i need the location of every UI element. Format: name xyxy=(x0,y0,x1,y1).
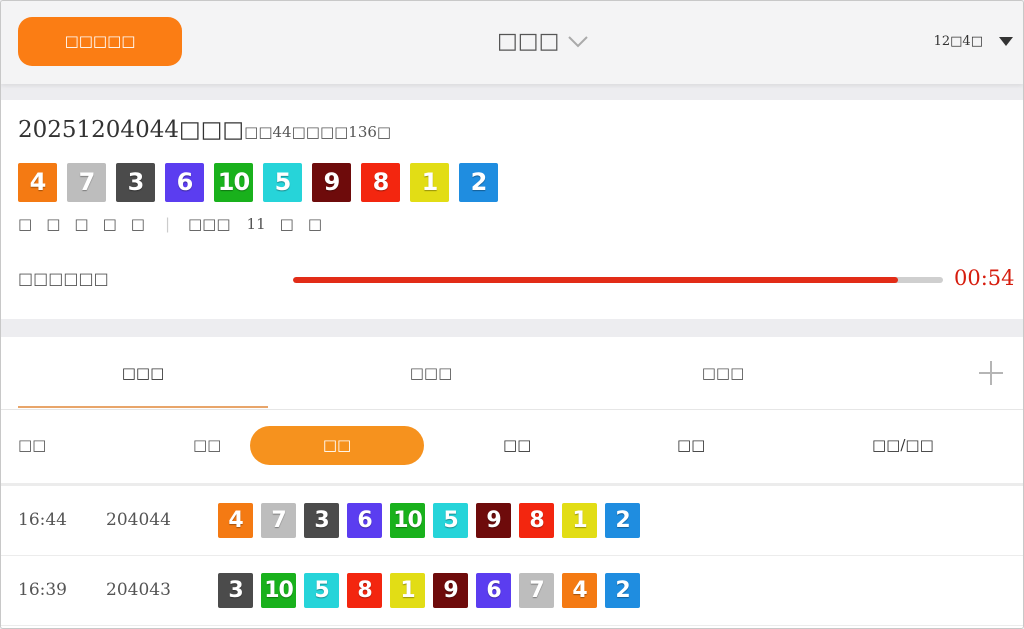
active-tab-indicator xyxy=(18,406,268,408)
number-ball: 10 xyxy=(261,573,296,608)
draw-result-balls: 4 7 3 6 10 5 9 8 1 2 xyxy=(18,163,498,202)
stat-2: □ xyxy=(46,215,61,233)
number-ball: 8 xyxy=(519,503,554,538)
number-ball: 3 xyxy=(304,503,339,538)
countdown-progress-fill xyxy=(293,277,898,283)
number-ball: 5 xyxy=(263,163,302,202)
countdown-timer: 00:54 xyxy=(954,266,1015,290)
number-ball: 4 xyxy=(18,163,57,202)
row-issue: 204044 xyxy=(106,510,171,530)
view-option-2[interactable]: □□ xyxy=(503,436,531,454)
number-ball: 7 xyxy=(261,503,296,538)
app-frame: □□□□□ □□□ 12□4□ 20251204044□□□□□44□□□□13… xyxy=(0,0,1024,629)
user-menu[interactable]: 12□4□ xyxy=(934,34,983,49)
plus-icon[interactable] xyxy=(977,359,1005,387)
stat-1: □ xyxy=(18,215,33,233)
number-ball: 8 xyxy=(347,573,382,608)
column-header: □□ □□ □□ □□ □□ □□/□□ xyxy=(1,410,1023,483)
number-ball: 7 xyxy=(67,163,106,202)
number-ball: 9 xyxy=(433,573,468,608)
history-row: 16:44 204044 4 7 3 6 10 5 9 8 1 2 xyxy=(1,486,1023,556)
countdown-label: □□□□□□ xyxy=(18,269,109,288)
row-balls: 4 7 3 6 10 5 9 8 1 2 xyxy=(218,503,640,538)
number-ball: 2 xyxy=(605,503,640,538)
countdown-progress-bar xyxy=(293,277,943,283)
draw-issue: 20251204044□□□ xyxy=(18,117,245,143)
draw-stats: □ □ □ □ □ | □□□ 11 □ □ xyxy=(18,215,336,233)
number-ball: 2 xyxy=(459,163,498,202)
current-draw-panel: 20251204044□□□□□44□□□□136□ 4 7 3 6 10 5 9 8 1 2 □… xyxy=(1,100,1023,319)
stat-7: □ xyxy=(307,215,322,233)
number-ball: 10 xyxy=(390,503,425,538)
view-option-3[interactable]: □□ xyxy=(677,436,705,454)
number-ball: 8 xyxy=(361,163,400,202)
draw-subtitle: □□44□□□□136□ xyxy=(244,123,392,141)
view-option-4[interactable]: □□/□□ xyxy=(872,436,934,454)
game-selector[interactable]: □□□ xyxy=(497,27,589,57)
stats-divider: | xyxy=(164,215,170,233)
history-tabs: □□□ □□□ □□□ xyxy=(1,337,1023,410)
stat-sum-value: 11 xyxy=(246,215,266,233)
row-issue: 204043 xyxy=(106,580,171,600)
stat-3: □ xyxy=(74,215,89,233)
tab-1[interactable]: □□□ xyxy=(18,337,268,409)
number-ball: 6 xyxy=(347,503,382,538)
number-ball: 10 xyxy=(214,163,253,202)
left-action-button[interactable]: □□□□□ xyxy=(18,17,182,66)
number-ball: 1 xyxy=(390,573,425,608)
view-option-active[interactable]: □□ xyxy=(250,426,424,465)
game-title: □□□ xyxy=(497,29,560,54)
stat-6: □ xyxy=(279,215,294,233)
col-time: □□ xyxy=(18,436,47,454)
number-ball: 9 xyxy=(476,503,511,538)
row-balls: 3 10 5 8 1 9 6 7 4 2 xyxy=(218,573,640,608)
number-ball: 1 xyxy=(562,503,597,538)
stat-5: □ xyxy=(130,215,145,233)
draw-title: 20251204044□□□□□44□□□□136□ xyxy=(18,117,391,143)
caret-down-icon[interactable] xyxy=(999,37,1013,46)
number-ball: 1 xyxy=(410,163,449,202)
chevron-down-icon xyxy=(568,36,589,48)
number-ball: 4 xyxy=(562,573,597,608)
stat-sum-label: □□□ xyxy=(188,215,231,233)
number-ball: 7 xyxy=(519,573,554,608)
number-ball: 2 xyxy=(605,573,640,608)
top-bar: □□□□□ □□□ 12□4□ xyxy=(1,1,1023,84)
number-ball: 9 xyxy=(312,163,351,202)
number-ball: 6 xyxy=(165,163,204,202)
tab-2[interactable]: □□□ xyxy=(306,337,556,409)
stat-4: □ xyxy=(102,215,117,233)
history-row: 16:39 204043 3 10 5 8 1 9 6 7 4 2 xyxy=(1,556,1023,626)
number-ball: 5 xyxy=(304,573,339,608)
number-ball: 3 xyxy=(116,163,155,202)
number-ball: 4 xyxy=(218,503,253,538)
number-ball: 5 xyxy=(433,503,468,538)
number-ball: 6 xyxy=(476,573,511,608)
row-time: 16:39 xyxy=(18,580,67,600)
tab-3[interactable]: □□□ xyxy=(598,337,848,409)
row-time: 16:44 xyxy=(18,510,67,530)
number-ball: 3 xyxy=(218,573,253,608)
history-panel: □□□ □□□ □□□ □□ □□ □□ □□ □□ □□/□□ 16:44 2… xyxy=(1,337,1023,628)
col-issue: □□ xyxy=(193,436,222,454)
